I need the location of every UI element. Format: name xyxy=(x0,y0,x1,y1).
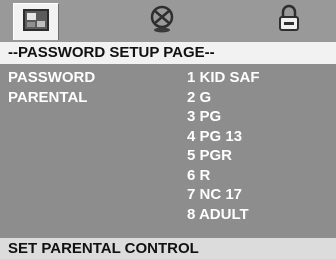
option-pg-13[interactable]: 4 PG 13 xyxy=(187,127,260,147)
option-pg[interactable]: 3 PG xyxy=(187,107,260,127)
option-r[interactable]: 6 R xyxy=(187,166,260,186)
menu-list: PASSWORD PARENTAL xyxy=(8,68,95,107)
option-pgr[interactable]: 5 PGR xyxy=(187,146,260,166)
option-adult[interactable]: 8 ADULT xyxy=(187,205,260,225)
option-g[interactable]: 2 G xyxy=(187,88,260,108)
option-nc-17[interactable]: 7 NC 17 xyxy=(187,185,260,205)
menu-item-password[interactable]: PASSWORD xyxy=(8,68,95,88)
tab-bar xyxy=(0,0,336,42)
tab-audio-setup[interactable] xyxy=(140,3,184,39)
tab-password-setup[interactable] xyxy=(267,3,311,39)
setup-menu-screen: --PASSWORD SETUP PAGE-- PASSWORD PARENTA… xyxy=(0,0,336,259)
page-title: --PASSWORD SETUP PAGE-- xyxy=(0,42,336,64)
status-bar: SET PARENTAL CONTROL xyxy=(0,238,336,259)
general-setup-icon xyxy=(22,7,50,38)
option-kid-safe[interactable]: 1 KID SAF xyxy=(187,68,260,88)
audio-setup-icon xyxy=(147,4,177,39)
menu-item-parental[interactable]: PARENTAL xyxy=(8,88,95,108)
parental-options-list: 1 KID SAF 2 G 3 PG 4 PG 13 5 PGR 6 R 7 N… xyxy=(187,68,260,224)
lock-icon xyxy=(276,4,302,39)
tab-general-setup[interactable] xyxy=(13,3,59,40)
